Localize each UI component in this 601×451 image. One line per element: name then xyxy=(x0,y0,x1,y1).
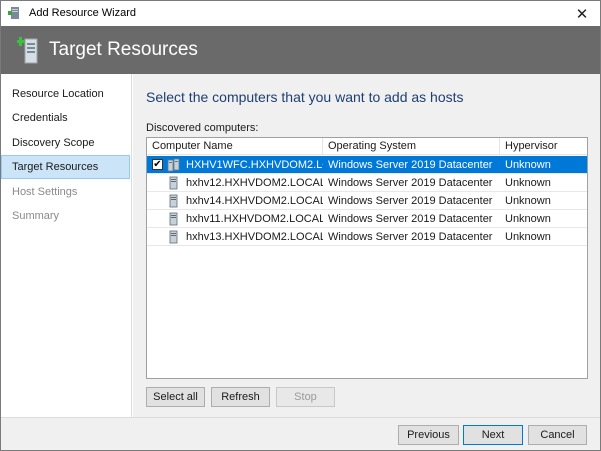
cancel-button[interactable]: Cancel xyxy=(528,425,587,445)
cell-operating-system: Windows Server 2019 Datacenter xyxy=(328,195,493,207)
column-header-computer-name[interactable]: Computer Name xyxy=(147,138,323,155)
wizard-window: Add Resource Wizard ✕ Target Resources R… xyxy=(0,0,601,451)
discovered-computers-label: Discovered computers: xyxy=(146,122,259,134)
header-banner: Target Resources xyxy=(1,26,600,74)
list-header: Computer Name Operating System Hyperviso… xyxy=(147,138,587,155)
previous-button[interactable]: Previous xyxy=(398,425,459,445)
nav-step-credentials[interactable]: Credentials xyxy=(1,106,130,130)
server-icon xyxy=(169,194,178,208)
table-row[interactable]: hxhv14.HXHVDOM2.LOCAL Windows Server 201… xyxy=(147,192,587,210)
row-checkbox-checked[interactable]: ✔ xyxy=(152,159,163,170)
cell-hypervisor: Unknown xyxy=(505,159,551,171)
cell-operating-system: Windows Server 2019 Datacenter xyxy=(328,177,493,189)
main-content: Select the computers that you want to ad… xyxy=(133,74,600,417)
refresh-button[interactable]: Refresh xyxy=(211,387,270,407)
table-row[interactable]: hxhv11.HXHVDOM2.LOCAL Windows Server 201… xyxy=(147,210,587,228)
server-icon xyxy=(169,230,178,244)
nav-step-resource-location[interactable]: Resource Location xyxy=(1,82,130,106)
cluster-server-icon xyxy=(167,158,180,172)
table-row[interactable]: ✔ HXHV1WFC.HXHVDOM2.LOCAL Windows Server… xyxy=(147,156,587,174)
table-row[interactable]: hxhv12.HXHVDOM2.LOCAL Windows Server 201… xyxy=(147,174,587,192)
discovered-computers-list[interactable]: Computer Name Operating System Hyperviso… xyxy=(146,137,588,379)
wizard-app-icon xyxy=(8,7,19,19)
cell-computer-name: HXHV1WFC.HXHVDOM2.LOCAL xyxy=(186,159,323,171)
cell-hypervisor: Unknown xyxy=(505,195,551,207)
server-icon xyxy=(169,212,178,226)
title-bar: Add Resource Wizard ✕ xyxy=(1,1,600,26)
nav-step-discovery-scope[interactable]: Discovery Scope xyxy=(1,131,130,155)
wizard-steps-nav: Resource Location Credentials Discovery … xyxy=(1,74,132,417)
cell-hypervisor: Unknown xyxy=(505,231,551,243)
window-title: Add Resource Wizard xyxy=(29,7,136,19)
nav-step-summary: Summary xyxy=(12,210,60,222)
instruction-heading: Select the computers that you want to ad… xyxy=(146,89,464,105)
nav-step-host-settings: Host Settings xyxy=(12,186,78,198)
nav-step-target-resources[interactable]: Target Resources xyxy=(1,155,130,179)
table-row[interactable]: hxhv13.HXHVDOM2.LOCAL Windows Server 201… xyxy=(147,228,587,246)
server-icon xyxy=(169,176,178,190)
stop-button: Stop xyxy=(276,387,335,407)
close-icon[interactable]: ✕ xyxy=(564,1,600,26)
cell-operating-system: Windows Server 2019 Datacenter xyxy=(328,231,493,243)
column-header-operating-system[interactable]: Operating System xyxy=(323,138,500,155)
page-title: Target Resources xyxy=(49,39,198,60)
cell-operating-system: Windows Server 2019 Datacenter xyxy=(328,213,493,225)
cell-computer-name: hxhv12.HXHVDOM2.LOCAL xyxy=(186,177,323,189)
cell-hypervisor: Unknown xyxy=(505,177,551,189)
add-server-icon xyxy=(17,37,38,64)
next-button[interactable]: Next xyxy=(463,425,523,445)
wizard-footer: Previous Next Cancel xyxy=(1,417,600,450)
cell-computer-name: hxhv14.HXHVDOM2.LOCAL xyxy=(186,195,323,207)
column-header-hypervisor[interactable]: Hypervisor xyxy=(500,138,587,155)
cell-operating-system: Windows Server 2019 Datacenter xyxy=(328,159,493,171)
select-all-button[interactable]: Select all xyxy=(146,387,205,407)
cell-hypervisor: Unknown xyxy=(505,213,551,225)
cell-computer-name: hxhv13.HXHVDOM2.LOCAL xyxy=(186,231,323,243)
cell-computer-name: hxhv11.HXHVDOM2.LOCAL xyxy=(186,213,323,225)
